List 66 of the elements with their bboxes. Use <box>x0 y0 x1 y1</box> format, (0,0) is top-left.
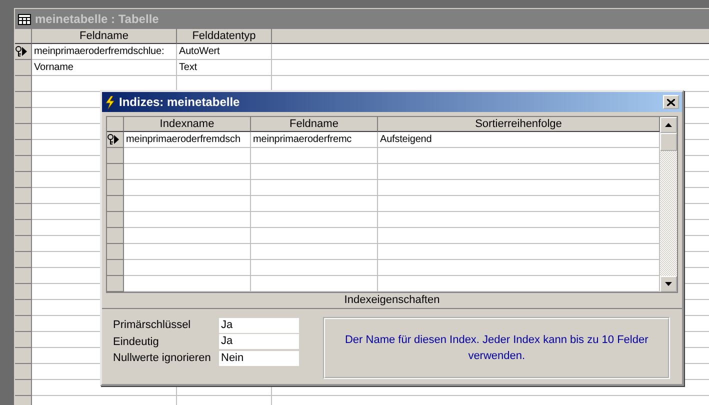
table-cell[interactable]: Text <box>177 60 272 76</box>
key-icon <box>15 46 22 57</box>
scroll-thumb[interactable] <box>660 133 677 151</box>
table-cell[interactable] <box>251 164 378 180</box>
table-cell[interactable] <box>251 212 378 228</box>
table-cell[interactable] <box>378 196 660 212</box>
table-icon <box>18 14 31 24</box>
table-cell[interactable] <box>251 276 378 292</box>
table-cell[interactable] <box>378 228 660 244</box>
property-value[interactable]: Nein <box>219 350 299 366</box>
table-cell[interactable] <box>124 244 251 260</box>
column-header[interactable] <box>272 29 709 44</box>
property-value[interactable]: Ja <box>219 318 299 333</box>
window-title: Indizes: meinetabelle <box>119 94 240 111</box>
property-label: Eindeutig <box>113 334 160 350</box>
scroll-up-button[interactable] <box>660 117 677 133</box>
table-cell[interactable] <box>251 228 378 244</box>
key-icon <box>107 134 114 145</box>
scroll-up-icon <box>665 123 672 127</box>
column-header[interactable]: Indexname <box>124 117 251 132</box>
window-title: meinetabelle : Tabelle <box>35 11 159 28</box>
section-header: Indexeigenschaften <box>102 293 682 309</box>
table-cell[interactable] <box>124 276 251 292</box>
table-cell[interactable]: Aufsteigend <box>378 132 660 148</box>
table-cell[interactable] <box>378 180 660 196</box>
table-cell[interactable] <box>124 180 251 196</box>
table-cell[interactable] <box>124 228 251 244</box>
table-cell[interactable]: AutoWert <box>177 44 272 60</box>
table-cell[interactable]: Vorname <box>32 60 177 76</box>
column-header[interactable]: Felddatentyp <box>177 29 272 44</box>
table-cell[interactable] <box>378 212 660 228</box>
table-cell[interactable]: meinprimaeroderfremdschlue: <box>32 44 177 60</box>
column-header[interactable]: Feldname <box>32 29 177 44</box>
property-label: Primärschlüssel <box>113 318 192 333</box>
column-header[interactable]: Sortierreihenfolge <box>378 117 660 132</box>
row-selector[interactable] <box>107 132 124 148</box>
scroll-down-button[interactable] <box>660 276 677 292</box>
scroll-down-icon <box>665 282 672 286</box>
table-cell[interactable] <box>378 148 660 164</box>
close-button[interactable] <box>663 95 679 109</box>
table-cell[interactable] <box>124 260 251 276</box>
table-cell[interactable] <box>251 180 378 196</box>
property-label: Nullwerte ignorieren <box>113 351 212 366</box>
table-cell[interactable] <box>378 276 660 292</box>
scrollbar[interactable] <box>660 117 677 292</box>
table-cell[interactable] <box>124 212 251 228</box>
table-cell[interactable] <box>124 148 251 164</box>
table-cell[interactable]: meinprimaeroderfremc <box>251 132 378 148</box>
table-cell[interactable] <box>251 260 378 276</box>
lightning-icon <box>105 96 115 108</box>
close-icon <box>667 98 675 106</box>
table-cell[interactable] <box>251 148 378 164</box>
table-cell[interactable] <box>378 260 660 276</box>
table-cell[interactable]: meinprimaeroderfremdsch <box>124 132 251 148</box>
column-header[interactable]: Feldname <box>251 117 378 132</box>
row-selector[interactable] <box>15 44 32 60</box>
current-row-icon <box>114 135 119 144</box>
table-cell[interactable] <box>124 196 251 212</box>
table-cell[interactable] <box>124 164 251 180</box>
table-cell[interactable] <box>378 164 660 180</box>
table-cell[interactable] <box>251 244 378 260</box>
current-row-icon <box>22 47 27 56</box>
property-value[interactable]: Ja <box>219 334 299 350</box>
table-cell[interactable] <box>378 244 660 260</box>
help-text: Der Name für diesen Index. Jeder Index kann bis zu 10 Felder verwenden. <box>323 317 670 379</box>
table-cell[interactable] <box>251 196 378 212</box>
